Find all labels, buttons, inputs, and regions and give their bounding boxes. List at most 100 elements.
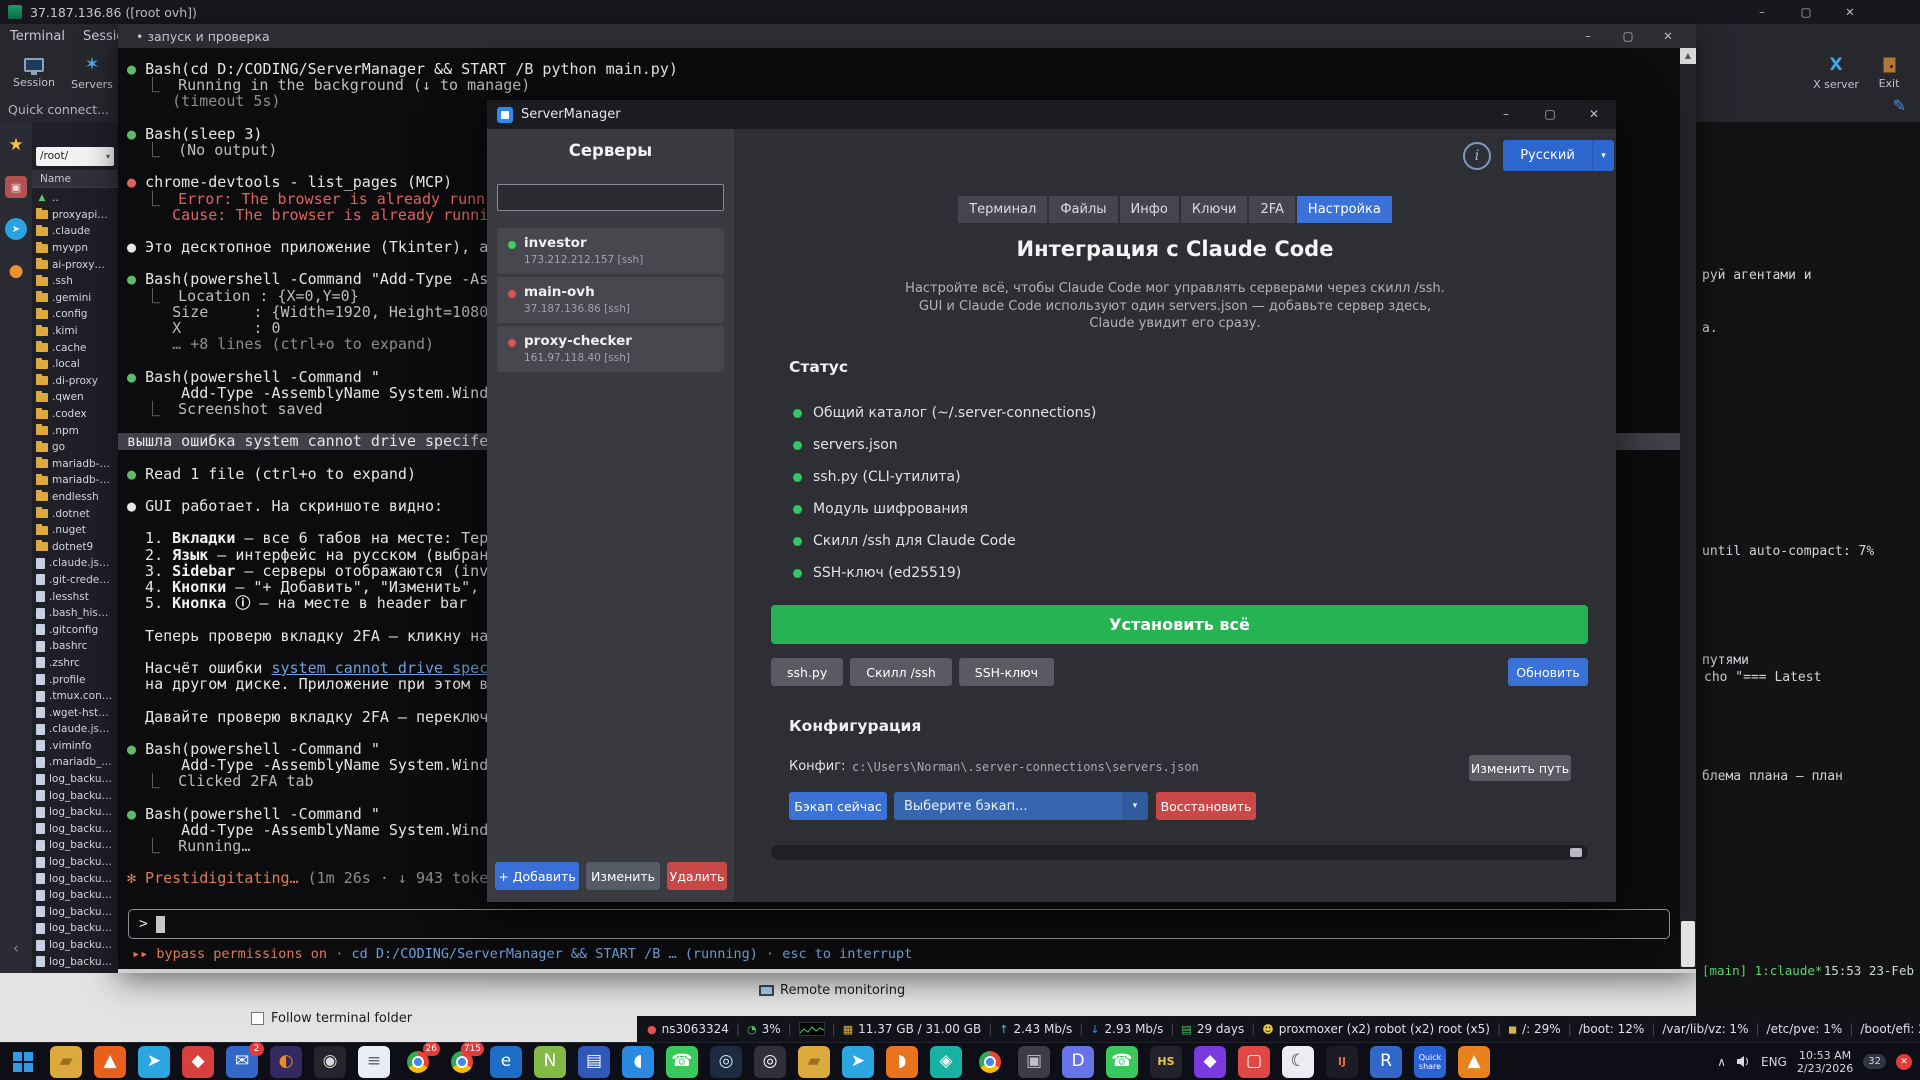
component-button[interactable]: ssh.py — [771, 658, 844, 686]
backup-select[interactable]: Выберите бэкап... ▾ — [894, 792, 1148, 820]
telegram-icon[interactable]: ➤ — [5, 218, 27, 240]
file-list-item[interactable]: .gemini — [32, 290, 118, 307]
folder-icon[interactable]: ▰ — [798, 1045, 830, 1078]
file-list-item[interactable]: log_backu… — [32, 804, 118, 821]
session-button[interactable]: Session — [6, 46, 62, 100]
file-list-item[interactable]: .lesshst — [32, 588, 118, 605]
file-list-item[interactable]: .local — [32, 356, 118, 373]
minimize-button[interactable]: – — [1740, 0, 1784, 24]
file-list-item[interactable]: .nuget — [32, 522, 118, 539]
file-list-item[interactable]: .gitconfig — [32, 621, 118, 638]
server-list-item[interactable]: proxy-checker 161.97.118.40 [ssh] — [497, 326, 724, 372]
purple-app-icon[interactable]: ◆ — [1194, 1045, 1226, 1078]
star-icon[interactable]: ★ — [5, 134, 27, 156]
server-search-input[interactable] — [497, 184, 724, 211]
tab-Терминал[interactable]: Терминал — [958, 196, 1048, 223]
backup-now-button[interactable]: Бэкап сейчас — [789, 792, 887, 820]
github-icon[interactable]: ◉ — [314, 1045, 346, 1078]
telegram-icon[interactable]: ➤ — [138, 1045, 170, 1078]
file-list-item[interactable]: .codex — [32, 406, 118, 423]
firefox-icon[interactable]: ◐ — [270, 1045, 302, 1078]
file-list-item[interactable]: myvpn — [32, 240, 118, 257]
file-list-item[interactable]: .bashrc — [32, 638, 118, 655]
file-list-item[interactable]: proxyapi… — [32, 207, 118, 224]
refresh-button[interactable]: Обновить — [1508, 658, 1588, 686]
name-column-header[interactable]: Name — [32, 170, 118, 188]
file-list-item[interactable]: .di-proxy — [32, 373, 118, 390]
file-list-item[interactable]: .qwen — [32, 389, 118, 406]
file-list-item[interactable]: .cache — [32, 339, 118, 356]
teal-app-icon[interactable]: ◈ — [930, 1045, 962, 1078]
file-list-item[interactable]: mariadb-… — [32, 472, 118, 489]
quick-share-icon[interactable]: Quick share — [1414, 1045, 1446, 1078]
file-list-item[interactable]: log_backu… — [32, 854, 118, 871]
file-list-item[interactable]: .claude.js… — [32, 721, 118, 738]
menu-terminal[interactable]: Terminal — [10, 29, 65, 44]
file-list-item[interactable]: go — [32, 439, 118, 456]
tray-close-icon[interactable]: ✕ — [1896, 1053, 1912, 1070]
component-button[interactable]: Скилл /ssh — [850, 658, 952, 686]
file-list-item[interactable]: .dotnet — [32, 505, 118, 522]
file-list-item[interactable]: .zshrc — [32, 655, 118, 672]
tab-Инфо[interactable]: Инфо — [1119, 196, 1179, 223]
collapse-sidebar-icon[interactable]: ‹ — [13, 939, 19, 957]
chrome-icon-2[interactable]: 715 — [446, 1041, 484, 1078]
file-list-item[interactable]: mariadb-… — [32, 456, 118, 473]
maximize-button[interactable]: ▢ — [1528, 100, 1572, 129]
language-select[interactable]: Русский ▾ — [1503, 140, 1614, 171]
file-list-item[interactable]: .config — [32, 306, 118, 323]
red-white-app-icon[interactable]: ▢ — [1238, 1045, 1270, 1078]
dark-app-icon[interactable]: ▣ — [1018, 1045, 1050, 1078]
file-list-item[interactable]: log_backu… — [32, 821, 118, 838]
taskbar-clock[interactable]: 10:53 AM 2/23/2026 — [1797, 1049, 1853, 1075]
file-list-item[interactable]: .npm — [32, 422, 118, 439]
server-list-item[interactable]: investor 173.212.212.157 [ssh] — [497, 228, 724, 274]
file-list-item[interactable]: .tmux.con… — [32, 688, 118, 705]
file-list-item[interactable]: .viminfo — [32, 738, 118, 755]
file-list-item[interactable]: .git-crede… — [32, 572, 118, 589]
file-list-item[interactable]: log_backu… — [32, 937, 118, 954]
brave-icon[interactable]: ▲ — [94, 1045, 126, 1078]
red-app-icon[interactable]: ◆ — [182, 1045, 214, 1078]
telegram-icon-2[interactable]: ➤ — [842, 1045, 874, 1078]
install-all-button[interactable]: Установить всё — [771, 605, 1588, 644]
rstudio-icon[interactable]: R — [1370, 1045, 1402, 1078]
file-list-item[interactable]: log_backu… — [32, 920, 118, 937]
add-server-button[interactable]: + Добавить — [495, 862, 579, 890]
tab-Настройка[interactable]: Настройка — [1296, 196, 1392, 223]
whatsapp-icon-2[interactable]: ☎ — [1106, 1045, 1138, 1078]
intellij-icon[interactable]: IJ — [1326, 1045, 1358, 1078]
file-list-item[interactable]: ai-proxy… — [32, 256, 118, 273]
scrollbar-thumb[interactable] — [1681, 921, 1695, 967]
change-path-button[interactable]: Изменить путь — [1469, 755, 1571, 781]
start-button[interactable] — [0, 1043, 46, 1080]
file-list-item[interactable]: log_backu… — [32, 837, 118, 854]
vscode-icon[interactable]: ◖ — [622, 1045, 654, 1078]
scrollbar-thumb[interactable] — [1570, 848, 1582, 857]
pencil-icon[interactable]: ✎ — [1893, 96, 1906, 115]
file-list-item[interactable]: .kimi — [32, 323, 118, 340]
file-list-item[interactable]: .wget-hst… — [32, 704, 118, 721]
server-list-item[interactable]: main-ovh 37.187.136.86 [ssh] — [497, 277, 724, 323]
chrome-icon-3[interactable] — [974, 1046, 1006, 1078]
maximize-button[interactable]: ▢ — [1608, 24, 1648, 48]
steam-icon[interactable]: ◎ — [710, 1045, 742, 1078]
file-list-item[interactable]: .mariadb_… — [32, 754, 118, 771]
file-list-item[interactable]: endlessh — [32, 489, 118, 506]
blue-app-icon[interactable]: ▤ — [578, 1045, 610, 1078]
whatsapp-icon[interactable]: ☎ — [666, 1045, 698, 1078]
file-list-item[interactable]: log_backu… — [32, 771, 118, 788]
horizontal-scrollbar[interactable] — [771, 845, 1588, 860]
hs-app-icon[interactable]: HS — [1150, 1045, 1182, 1078]
close-button[interactable]: ✕ — [1828, 0, 1872, 24]
tab-2FA[interactable]: 2FA — [1249, 196, 1295, 223]
file-list-item[interactable]: .ssh — [32, 273, 118, 290]
vlc-icon[interactable]: ▲ — [1458, 1045, 1490, 1078]
file-explorer-icon[interactable]: ▰ — [50, 1045, 82, 1078]
file-list-item[interactable]: log_backu… — [32, 787, 118, 804]
quick-connect-input[interactable]: Quick connect... — [8, 102, 109, 117]
file-list-item[interactable]: .claude — [32, 223, 118, 240]
x-server-button[interactable]: X X server — [1808, 46, 1864, 100]
delete-server-button[interactable]: Удалить — [667, 862, 727, 890]
tab-Файлы[interactable]: Файлы — [1049, 196, 1118, 223]
